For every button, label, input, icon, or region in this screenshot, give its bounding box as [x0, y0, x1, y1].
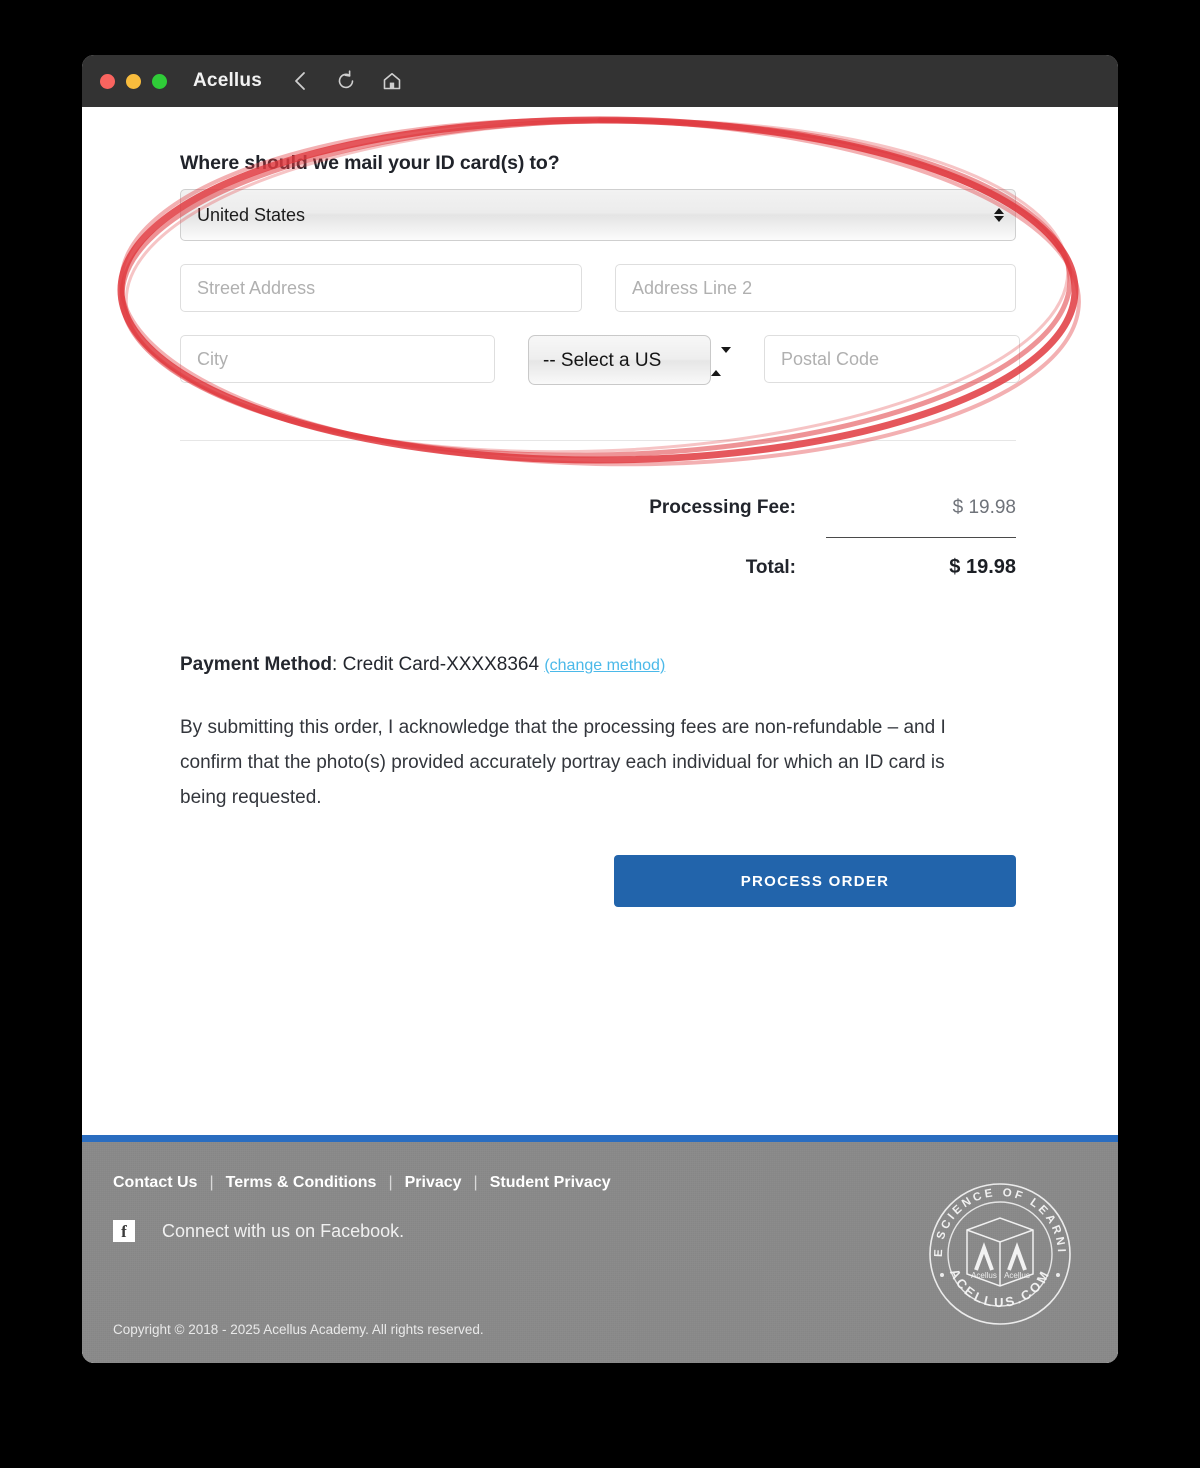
reload-icon — [336, 70, 356, 92]
order-totals: Processing Fee: $ 19.98 Total: $ 19.98 — [180, 497, 1016, 579]
total-value: $ 19.98 — [949, 556, 1016, 578]
footer-link-privacy[interactable]: Privacy — [405, 1174, 462, 1192]
city-input[interactable] — [180, 335, 495, 383]
minimize-button[interactable] — [126, 73, 141, 89]
change-method-link[interactable]: (change method) — [544, 657, 665, 674]
chevron-updown-icon — [711, 346, 731, 376]
address-heading: Where should we mail your ID card(s) to? — [180, 152, 560, 174]
processing-fee-label: Processing Fee: — [649, 497, 796, 518]
browser-nav-buttons — [288, 69, 404, 93]
back-chevron-icon — [292, 71, 308, 91]
postal-code-input[interactable] — [764, 335, 1020, 383]
svg-text:Acellus: Acellus — [1004, 1271, 1030, 1280]
close-button[interactable] — [100, 73, 115, 89]
address-line-2-input[interactable] — [615, 264, 1016, 312]
section-divider — [180, 440, 1016, 441]
footer-accent-bar — [82, 1135, 1118, 1142]
facebook-text: Connect with us on Facebook. — [162, 1220, 405, 1241]
copyright-text: Copyright © 2018 - 2025 Acellus Academy.… — [113, 1322, 484, 1337]
footer-link-student-privacy[interactable]: Student Privacy — [490, 1174, 611, 1192]
back-button[interactable] — [288, 69, 312, 93]
svg-text:Acellus: Acellus — [971, 1271, 997, 1280]
state-select[interactable]: -- Select a US — [528, 335, 711, 385]
processing-fee-row: Processing Fee: $ 19.98 — [180, 497, 1016, 519]
footer-link-contact-us[interactable]: Contact Us — [113, 1174, 197, 1192]
site-footer: Contact Us | Terms & Conditions | Privac… — [82, 1142, 1118, 1363]
footer-separator: | — [209, 1174, 214, 1191]
payment-method-label: Payment Method — [180, 654, 333, 675]
process-order-button[interactable]: PROCESS ORDER — [614, 855, 1016, 907]
total-label: Total: — [745, 557, 796, 578]
country-select[interactable]: United States — [180, 189, 1016, 241]
page-body: Where should we mail your ID card(s) to?… — [82, 107, 1118, 1363]
address-row-1 — [180, 264, 1020, 312]
address-row-2: -- Select a US — [180, 335, 1020, 385]
footer-separator: | — [388, 1174, 393, 1191]
window-title: Acellus — [193, 70, 262, 91]
payment-method-value: Credit Card-XXXX8364 — [342, 654, 540, 675]
country-select-wrapper: United States — [180, 189, 1016, 241]
maximize-button[interactable] — [152, 73, 167, 89]
total-row: Total: $ 19.98 — [180, 556, 1016, 579]
home-button[interactable] — [380, 69, 404, 93]
acellus-seal-logo: THE SCIENCE OF LEARNING ACELLUS.COM — [914, 1165, 1080, 1334]
payment-separator: : — [332, 654, 343, 675]
footer-link-terms-conditions[interactable]: Terms & Conditions — [226, 1174, 377, 1192]
facebook-icon[interactable]: f — [113, 1220, 135, 1242]
processing-fee-value: $ 19.98 — [952, 497, 1016, 518]
footer-separator: | — [473, 1174, 478, 1191]
payment-method-line: Payment Method: Credit Card-XXXX8364 (ch… — [180, 654, 1020, 676]
checkout-content: Where should we mail your ID card(s) to?… — [82, 107, 1118, 1015]
home-icon — [381, 70, 403, 92]
browser-window: Acellus Where should we mail your ID car… — [82, 55, 1118, 1363]
process-order-row: PROCESS ORDER — [180, 855, 1016, 907]
state-select-wrapper: -- Select a US — [528, 335, 731, 385]
acknowledgement-text: By submitting this order, I acknowledge … — [180, 717, 946, 808]
reload-button[interactable] — [334, 69, 358, 93]
traffic-lights — [100, 73, 167, 89]
street-address-input[interactable] — [180, 264, 582, 312]
screen: Acellus Where should we mail your ID car… — [0, 0, 1200, 1468]
window-titlebar: Acellus — [82, 55, 1118, 107]
totals-rule — [826, 537, 1016, 538]
